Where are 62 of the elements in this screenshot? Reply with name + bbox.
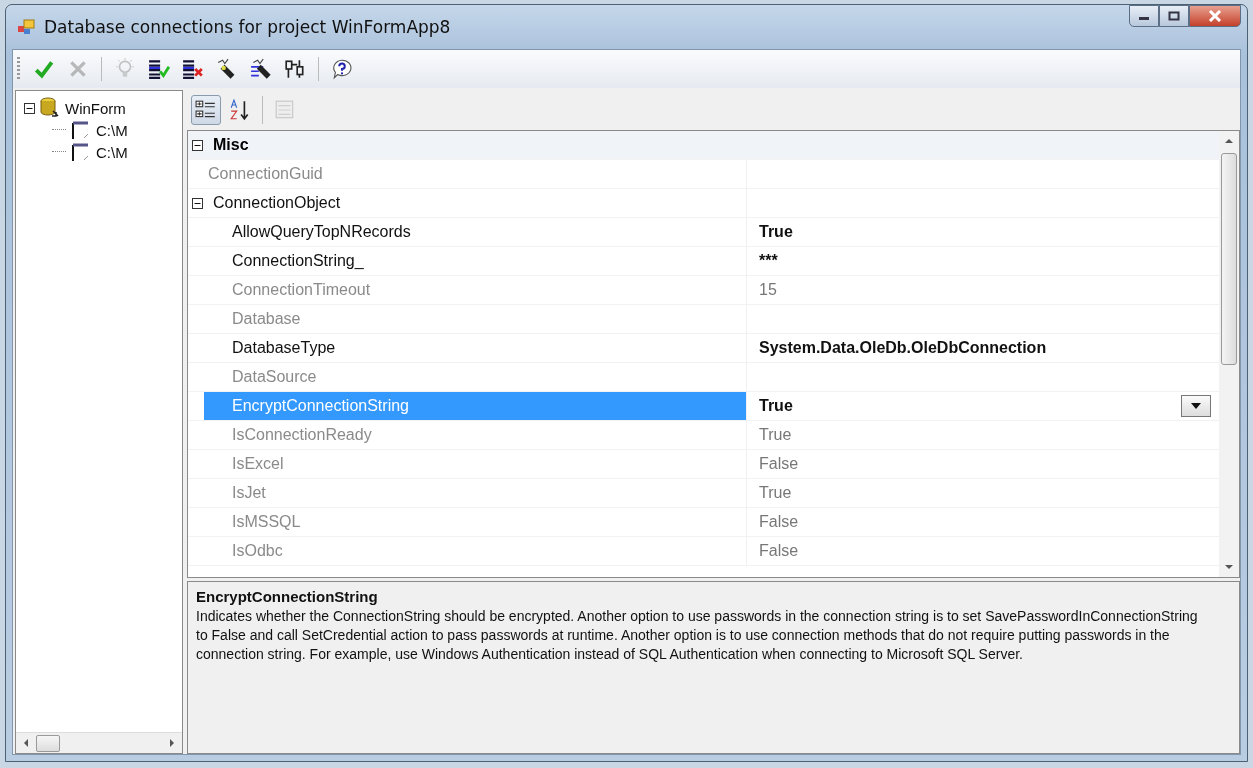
description-text: Indicates whether the ConnectionString should be encrypted. Another option to use passwords in the connection string is to set SavePasswordInConnectionString to False and call SetCredential action to pass passwords at runtime. Another option is to use connection methods that do not require putting passwords in the connection string. For example, use Windows Authentication instead of SQL Authentication when connecting to Microsoft SQL Server. [196, 607, 1199, 664]
property-value: 15 [759, 281, 777, 299]
property-value: False [759, 542, 799, 560]
list-cross-icon [182, 58, 204, 80]
check-icon [33, 58, 55, 80]
scroll-thumb[interactable] [36, 734, 60, 752]
property-name[interactable]: ConnectionTimeout [204, 276, 747, 304]
maximize-button[interactable] [1159, 5, 1189, 27]
property-name[interactable]: ConnectionObject [188, 189, 747, 217]
tree-item[interactable]: C:\M [96, 143, 128, 161]
scroll-right-icon[interactable] [168, 738, 176, 748]
collapse-icon[interactable] [24, 102, 35, 114]
property-name[interactable]: IsMSSQL [204, 508, 747, 536]
maximize-icon [1168, 11, 1180, 21]
property-name[interactable]: IsOdbc [204, 537, 747, 565]
sort-alphabetical-icon [229, 99, 251, 121]
property-value[interactable]: System.Data.OleDb.OleDbConnection [759, 339, 1047, 357]
property-value[interactable]: True [759, 223, 793, 241]
property-pages-icon [274, 99, 296, 121]
caret-icon [1191, 403, 1201, 409]
vertical-scrollbar[interactable] [1219, 131, 1239, 577]
scroll-down-icon[interactable] [1224, 563, 1234, 571]
property-name[interactable]: IsJet [204, 479, 747, 507]
scroll-up-icon[interactable] [1224, 137, 1234, 145]
description-title: EncryptConnectionString [196, 588, 379, 605]
property-name[interactable]: DatabaseType [204, 334, 747, 362]
property-name[interactable]: DataSource [204, 363, 747, 391]
property-value: True [759, 426, 792, 444]
close-icon [1208, 10, 1222, 22]
category-name: Misc [213, 136, 249, 154]
property-value: True [759, 484, 792, 502]
window-title: Database connections for project WinFormApp8 [44, 17, 451, 37]
cross-icon [67, 58, 89, 80]
collapse-icon[interactable] [192, 197, 203, 209]
toolbar-grip[interactable] [17, 57, 20, 81]
property-name[interactable]: AllowQueryTopNRecords [204, 218, 747, 246]
list-plug-icon [250, 58, 272, 80]
property-value: False [759, 513, 799, 531]
property-name[interactable]: Database [204, 305, 747, 333]
network-icon [284, 58, 306, 80]
help-icon [331, 58, 353, 80]
scroll-left-icon[interactable] [22, 738, 30, 748]
minimize-button[interactable] [1129, 5, 1159, 27]
property-value[interactable]: *** [759, 252, 778, 270]
tree-item[interactable]: C:\M [96, 121, 128, 139]
horizontal-scrollbar[interactable] [16, 732, 182, 753]
dropdown-button[interactable] [1181, 395, 1211, 417]
property-name[interactable]: ConnectionGuid [204, 160, 747, 188]
lightbulb-icon [114, 58, 136, 80]
database-icon [39, 97, 61, 119]
property-name[interactable]: IsConnectionReady [204, 421, 747, 449]
categorized-button[interactable] [191, 95, 221, 125]
property-name[interactable]: ConnectionString_ [204, 247, 747, 275]
tree-item[interactable]: WinForm [65, 99, 126, 117]
property-value: False [759, 455, 799, 473]
close-button[interactable] [1189, 5, 1241, 27]
property-value[interactable]: True [759, 397, 793, 415]
app-icon [18, 19, 36, 35]
property-name[interactable]: IsExcel [204, 450, 747, 478]
scroll-thumb[interactable] [1221, 153, 1237, 365]
list-check-icon [148, 58, 170, 80]
collapse-icon[interactable] [192, 139, 203, 151]
